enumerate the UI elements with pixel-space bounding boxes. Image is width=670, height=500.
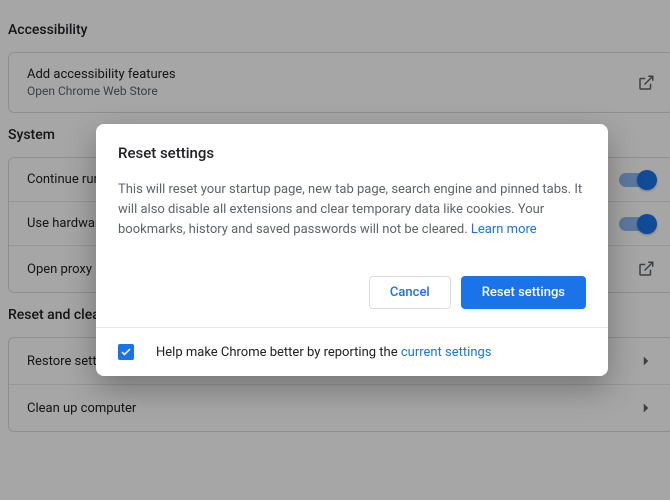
current-settings-link[interactable]: current settings bbox=[401, 345, 492, 360]
dialog-footer: Help make Chrome better by reporting the… bbox=[96, 327, 608, 376]
reset-settings-dialog: Reset settings This will reset your star… bbox=[96, 124, 608, 376]
dialog-footer-text: Help make Chrome better by reporting the… bbox=[156, 345, 492, 360]
learn-more-link[interactable]: Learn more bbox=[471, 222, 537, 237]
check-icon bbox=[120, 346, 132, 358]
report-checkbox[interactable] bbox=[118, 344, 134, 360]
reset-settings-button[interactable]: Reset settings bbox=[461, 276, 586, 309]
cancel-button[interactable]: Cancel bbox=[369, 276, 451, 309]
dialog-title: Reset settings bbox=[118, 144, 586, 162]
dialog-body-text: This will reset your startup page, new t… bbox=[118, 180, 586, 240]
dialog-actions: Cancel Reset settings bbox=[118, 276, 586, 309]
footer-prefix: Help make Chrome better by reporting the bbox=[156, 345, 401, 360]
